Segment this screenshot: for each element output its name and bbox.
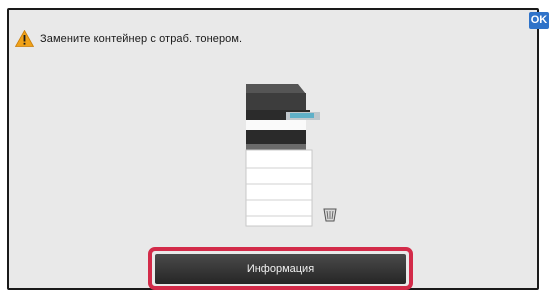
ok-button[interactable]: OK: [529, 12, 549, 29]
warning-icon: [15, 30, 34, 47]
screen: Замените контейнер с отраб. тонером. OK …: [0, 0, 552, 296]
printer-icon: [245, 84, 337, 227]
info-button[interactable]: Информация: [155, 254, 406, 284]
alert-message: Замените контейнер с отраб. тонером.: [40, 33, 243, 45]
waste-toner-box-icon: [323, 208, 337, 222]
